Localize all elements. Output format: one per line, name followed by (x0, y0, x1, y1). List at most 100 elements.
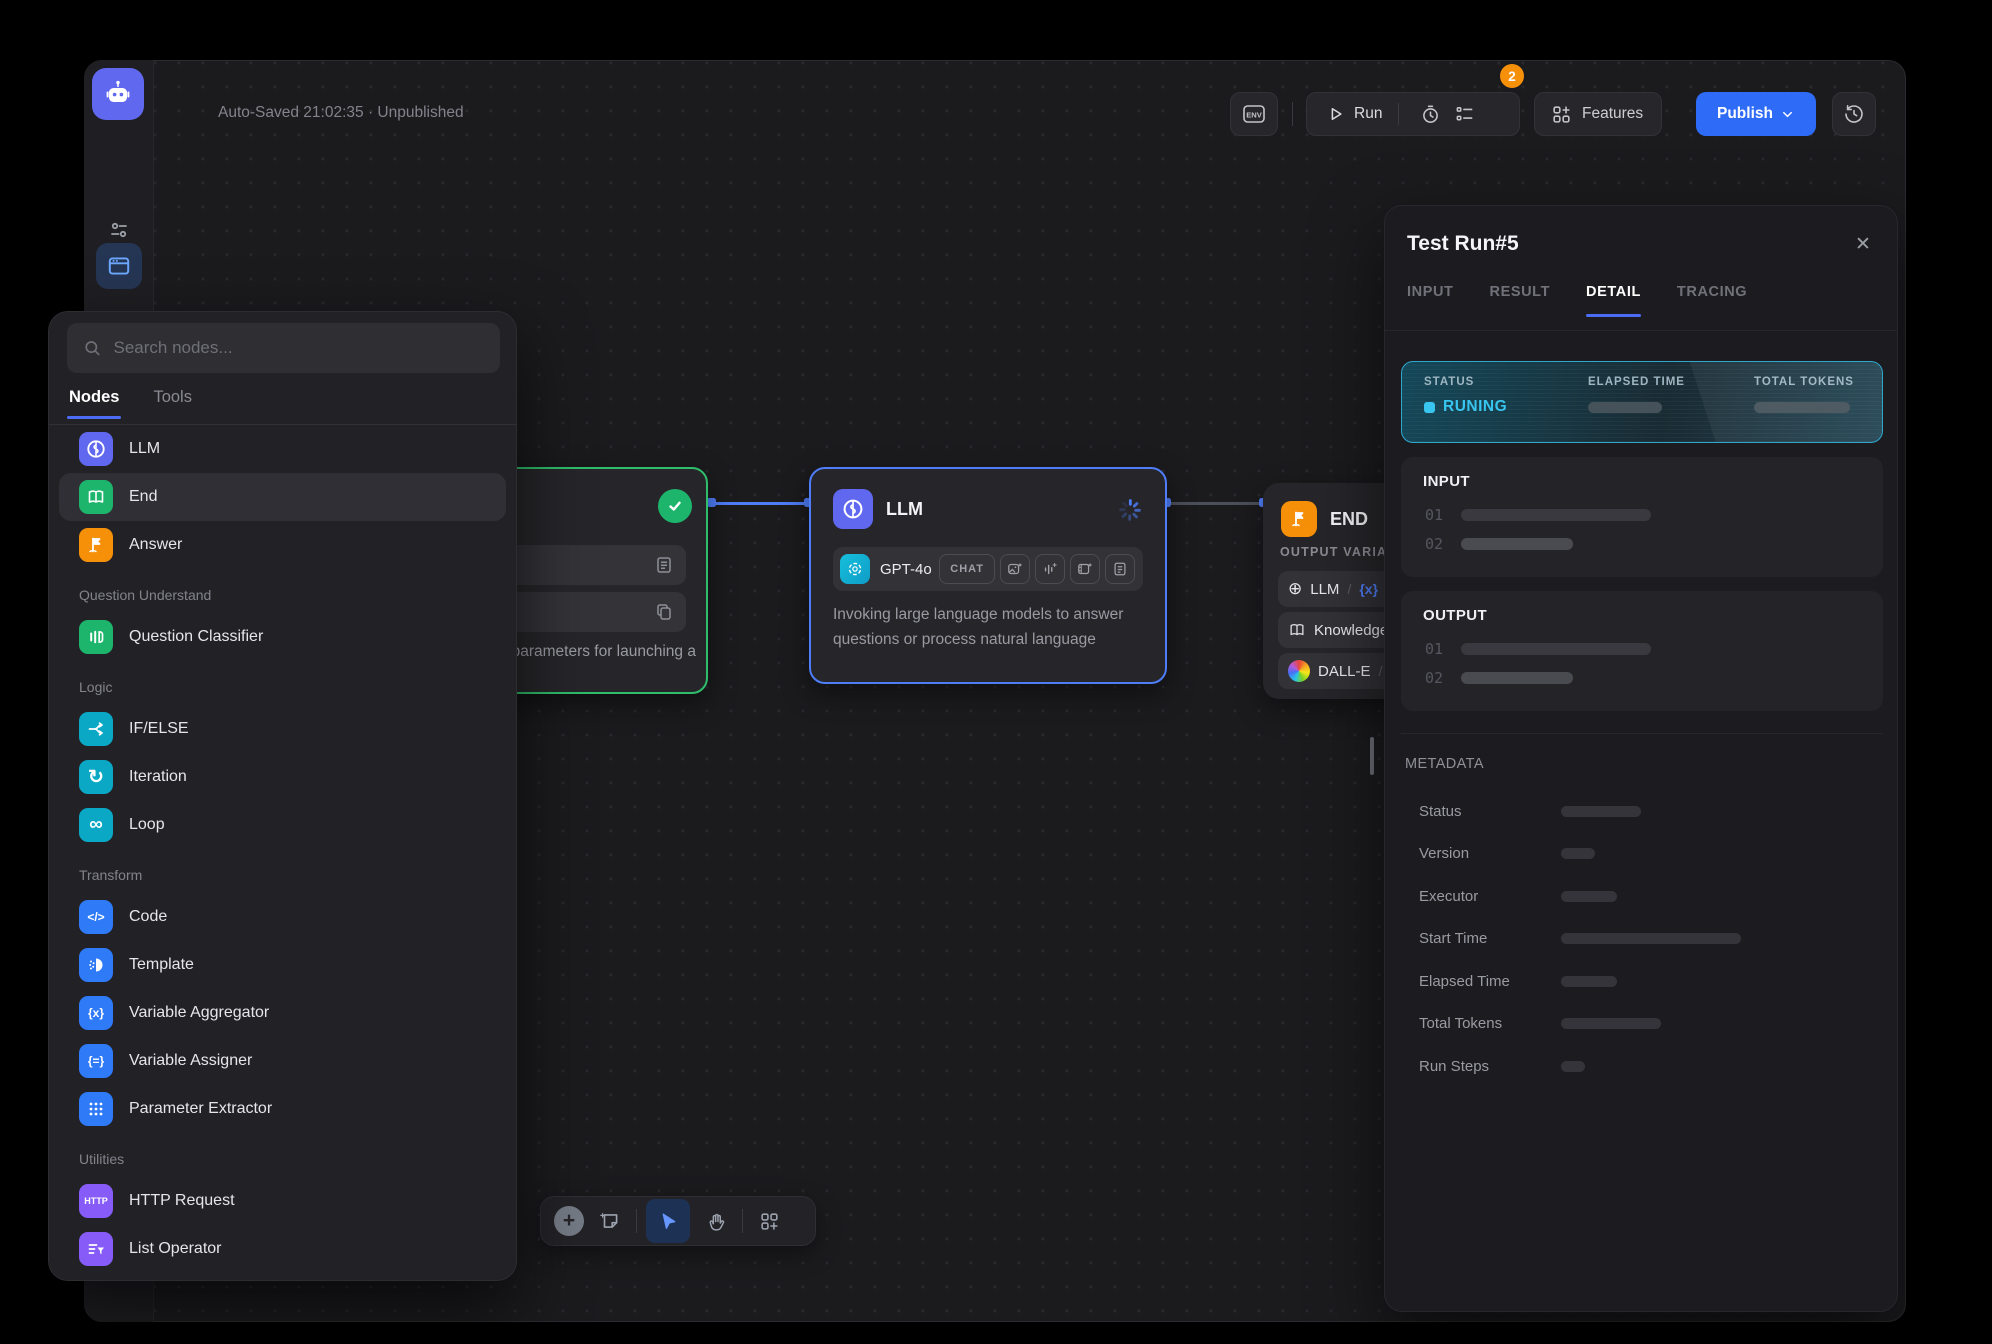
total-tokens-placeholder (1754, 402, 1850, 413)
tab-input[interactable]: INPUT (1407, 284, 1454, 317)
row-index: 01 (1425, 506, 1443, 524)
code-icon: </> (79, 900, 113, 934)
elapsed-time-label: ELAPSED TIME (1588, 376, 1685, 388)
answer-flag-icon (79, 528, 113, 562)
section-logic: Logic (79, 675, 486, 699)
checklist-count-badge: 2 (1498, 62, 1526, 90)
app-robot-icon[interactable] (92, 68, 144, 120)
search-input[interactable] (113, 338, 484, 358)
toolbar-divider (636, 1209, 637, 1233)
document-icon (654, 555, 674, 575)
ifelse-icon (79, 712, 113, 746)
chevron-down-icon (1780, 107, 1795, 122)
env-variables-button[interactable]: ENV (1230, 92, 1278, 136)
section-question-understand: Question Understand (79, 583, 486, 607)
chat-mode-badge: CHAT (939, 554, 995, 584)
history-button[interactable] (1832, 92, 1876, 136)
start-output-port[interactable] (707, 498, 716, 507)
running-status-dot (1424, 402, 1435, 413)
run-button[interactable]: Run (1307, 105, 1382, 123)
http-request-icon: HTTP (79, 1184, 113, 1218)
node-item-question-classifier[interactable]: Question Classifier (59, 613, 506, 661)
llm-icon (79, 432, 113, 466)
publish-button[interactable]: Publish (1696, 92, 1816, 136)
edge-llm-to-end (1167, 502, 1263, 505)
meta-label: Executor (1419, 888, 1561, 905)
hand-tool-button[interactable] (699, 1204, 733, 1238)
play-icon (1327, 105, 1345, 123)
node-item-ifelse[interactable]: IF/ELSE (59, 705, 506, 753)
features-button[interactable]: Features (1534, 92, 1662, 136)
test-run-panel: Test Run#5 ✕ INPUT RESULT DETAIL TRACING… (1384, 205, 1898, 1312)
output-title: OUTPUT (1423, 607, 1487, 624)
node-item-loop[interactable]: ∞ Loop (59, 801, 506, 849)
canvas-scroll-handle[interactable] (1370, 737, 1374, 775)
checklist-icon[interactable] (1447, 104, 1481, 125)
node-search[interactable] (67, 323, 500, 373)
tab-tracing[interactable]: TRACING (1677, 284, 1747, 317)
template-icon (79, 948, 113, 982)
workflow-settings-icon[interactable] (103, 214, 135, 246)
loop-icon: ∞ (79, 808, 113, 842)
node-item-variable-aggregator[interactable]: {x} Variable Aggregator (59, 989, 506, 1037)
meta-value-placeholder (1561, 891, 1617, 902)
meta-value-placeholder (1561, 1018, 1661, 1029)
meta-value-placeholder (1561, 976, 1617, 987)
node-item-answer[interactable]: Answer (59, 521, 506, 569)
add-node-button[interactable]: + (554, 1206, 584, 1236)
tab-nodes[interactable]: Nodes (69, 388, 119, 419)
total-tokens-label: TOTAL TOKENS (1754, 376, 1854, 388)
row-index: 02 (1425, 535, 1443, 553)
run-status-card: STATUS RUNING ELAPSED TIME TOTAL TOKENS (1401, 361, 1883, 443)
node-item-list-operator[interactable]: List Operator (59, 1225, 506, 1273)
stopwatch-icon[interactable] (1413, 104, 1447, 125)
model-name: GPT-4o (880, 561, 934, 578)
tab-detail[interactable]: DETAIL (1586, 284, 1641, 317)
llm-mini-icon: ⊕ (1288, 579, 1302, 599)
parameter-extractor-icon (79, 1092, 113, 1126)
document-capability-icon (1105, 554, 1135, 584)
meta-label: Elapsed Time (1419, 973, 1561, 990)
meta-value-placeholder (1561, 933, 1741, 944)
tab-result[interactable]: RESULT (1490, 284, 1551, 317)
tab-tools[interactable]: Tools (153, 388, 192, 419)
node-item-llm[interactable]: LLM (59, 425, 506, 473)
input-placeholder-bar (1461, 509, 1651, 521)
meta-label: Run Steps (1419, 1058, 1561, 1075)
organize-blocks-button[interactable] (752, 1204, 786, 1238)
llm-icon (833, 489, 873, 529)
node-item-http-request[interactable]: HTTP HTTP Request (59, 1177, 506, 1225)
meta-label: Total Tokens (1419, 1015, 1561, 1032)
section-utilities: Utilities (79, 1147, 486, 1171)
node-item-code[interactable]: </> Code (59, 893, 506, 941)
vision-capability-icon (1000, 554, 1030, 584)
meta-value-placeholder (1561, 1061, 1585, 1072)
node-item-iteration[interactable]: ↻ Iteration (59, 753, 506, 801)
pointer-tool-button[interactable] (646, 1199, 690, 1243)
history-icon (1843, 103, 1865, 125)
svg-text:ENV: ENV (1246, 111, 1263, 120)
toolbar-divider (742, 1209, 743, 1233)
edge-start-to-llm (712, 502, 809, 505)
node-item-end[interactable]: End (59, 473, 506, 521)
meta-value-placeholder (1561, 848, 1595, 859)
node-item-variable-assigner[interactable]: {=} Variable Assigner (59, 1037, 506, 1085)
model-selector[interactable]: GPT-4o CHAT (833, 547, 1143, 591)
spinner-icon (1117, 497, 1143, 523)
llm-node[interactable]: LLM GPT-4o CHAT (809, 467, 1167, 684)
autosave-status: Auto-Saved 21:02:35 · Unpublished (218, 104, 464, 122)
input-placeholder-bar (1461, 538, 1573, 550)
question-classifier-icon (79, 620, 113, 654)
node-item-template[interactable]: Template (59, 941, 506, 989)
success-check-icon (658, 489, 692, 523)
node-item-parameter-extractor[interactable]: Parameter Extractor (59, 1085, 506, 1133)
meta-value-placeholder (1561, 806, 1641, 817)
search-icon (83, 338, 101, 358)
metadata-rows: Status Version Executor Start Time Elaps… (1419, 800, 1881, 1098)
canvas-toolbar: + (540, 1196, 816, 1246)
close-icon[interactable]: ✕ (1851, 232, 1875, 256)
run-panel-title: Test Run#5 (1407, 232, 1519, 256)
note-tool-icon[interactable] (96, 243, 142, 289)
row-index: 01 (1425, 640, 1443, 658)
add-note-button[interactable] (593, 1204, 627, 1238)
